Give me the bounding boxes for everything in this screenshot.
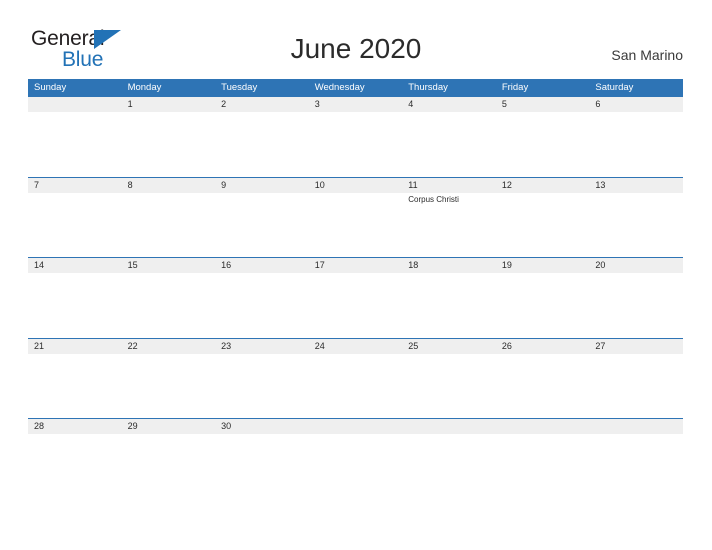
day-cell[interactable] xyxy=(402,354,496,418)
day-cell[interactable]: Corpus Christi xyxy=(402,193,496,257)
week-event-band: Corpus Christi xyxy=(28,193,683,257)
week-date-band: 14 15 16 17 18 19 20 xyxy=(28,258,683,274)
day-number[interactable]: 27 xyxy=(589,339,683,354)
day-number[interactable]: 19 xyxy=(496,258,590,273)
day-cell[interactable] xyxy=(28,193,122,257)
day-number[interactable]: 16 xyxy=(215,258,309,273)
day-cell[interactable] xyxy=(122,354,216,418)
day-number[interactable]: 15 xyxy=(122,258,216,273)
day-cell[interactable] xyxy=(309,112,403,176)
day-cell[interactable] xyxy=(309,434,403,498)
day-cell[interactable] xyxy=(309,193,403,257)
weekday-header-wednesday: Wednesday xyxy=(314,82,365,93)
day-cell[interactable] xyxy=(496,112,590,176)
day-number[interactable]: 11 xyxy=(402,178,496,193)
week-row: 1 2 3 4 5 6 xyxy=(28,96,683,177)
day-number[interactable]: 12 xyxy=(496,178,590,193)
week-date-band: 21 22 23 24 25 26 27 xyxy=(28,338,683,354)
day-cell[interactable] xyxy=(309,273,403,337)
day-cell[interactable] xyxy=(122,112,216,176)
day-cell[interactable] xyxy=(589,193,683,257)
day-cell[interactable] xyxy=(28,434,122,498)
week-date-band: 28 29 30 xyxy=(28,419,683,435)
day-number[interactable]: 9 xyxy=(215,178,309,193)
day-cell[interactable] xyxy=(215,273,309,337)
day-number[interactable]: 28 xyxy=(28,419,122,434)
page-header: General Blue June 2020 San Marino xyxy=(0,0,712,78)
week-row: 14 15 16 17 18 19 20 xyxy=(28,257,683,338)
day-number[interactable] xyxy=(589,419,683,434)
day-cell[interactable] xyxy=(309,354,403,418)
weekday-header-saturday: Saturday xyxy=(595,82,634,93)
day-cell[interactable] xyxy=(28,273,122,337)
week-row: 28 29 30 xyxy=(28,418,683,499)
day-number[interactable]: 29 xyxy=(122,419,216,434)
day-number[interactable]: 25 xyxy=(402,339,496,354)
day-cell[interactable] xyxy=(496,193,590,257)
week-event-band xyxy=(28,273,683,337)
day-number[interactable]: 26 xyxy=(496,339,590,354)
week-event-band xyxy=(28,354,683,418)
day-number[interactable]: 21 xyxy=(28,339,122,354)
weekday-header-sunday: Sunday xyxy=(34,82,67,93)
day-number[interactable]: 3 xyxy=(309,97,403,112)
weekday-header-tuesday: Tuesday xyxy=(221,82,258,93)
day-cell[interactable] xyxy=(215,112,309,176)
week-date-band: 7 8 9 10 11 12 13 xyxy=(28,177,683,193)
day-number[interactable]: 23 xyxy=(215,339,309,354)
day-cell[interactable] xyxy=(589,434,683,498)
day-cell[interactable] xyxy=(496,273,590,337)
day-number[interactable] xyxy=(28,97,122,112)
day-number[interactable]: 20 xyxy=(589,258,683,273)
week-event-band xyxy=(28,434,683,498)
week-date-band: 1 2 3 4 5 6 xyxy=(28,97,683,112)
day-number[interactable]: 30 xyxy=(215,419,309,434)
day-number[interactable]: 2 xyxy=(215,97,309,112)
day-cell[interactable] xyxy=(122,434,216,498)
day-cell[interactable] xyxy=(402,434,496,498)
day-cell[interactable] xyxy=(589,112,683,176)
weekday-header-row: Sunday Monday Tuesday Wednesday Thursday… xyxy=(28,79,683,96)
day-cell[interactable] xyxy=(589,354,683,418)
day-number[interactable]: 8 xyxy=(122,178,216,193)
day-cell[interactable] xyxy=(402,273,496,337)
day-cell[interactable] xyxy=(496,434,590,498)
weekday-header-thursday: Thursday xyxy=(408,82,448,93)
day-cell[interactable] xyxy=(589,273,683,337)
day-number[interactable] xyxy=(402,419,496,434)
day-cell[interactable] xyxy=(215,354,309,418)
weekday-header-friday: Friday xyxy=(501,82,529,93)
week-row: 7 8 9 10 11 12 13 Corpus Christi xyxy=(28,176,683,258)
calendar-grid: Sunday Monday Tuesday Wednesday Thursday… xyxy=(28,79,683,499)
day-number[interactable]: 24 xyxy=(309,339,403,354)
day-cell[interactable] xyxy=(215,193,309,257)
calendar-location-label: San Marino xyxy=(611,47,683,63)
day-number[interactable]: 14 xyxy=(28,258,122,273)
day-cell[interactable] xyxy=(215,434,309,498)
day-number[interactable] xyxy=(496,419,590,434)
day-number[interactable]: 10 xyxy=(309,178,403,193)
day-number[interactable]: 4 xyxy=(402,97,496,112)
day-number[interactable] xyxy=(309,419,403,434)
day-cell[interactable] xyxy=(28,354,122,418)
day-number[interactable]: 5 xyxy=(496,97,590,112)
day-cell[interactable] xyxy=(496,354,590,418)
day-cell[interactable] xyxy=(402,112,496,176)
day-number[interactable]: 13 xyxy=(589,178,683,193)
event-label: Corpus Christi xyxy=(408,194,459,204)
day-number[interactable]: 17 xyxy=(309,258,403,273)
day-number[interactable]: 7 xyxy=(28,178,122,193)
day-number[interactable]: 18 xyxy=(402,258,496,273)
day-number[interactable]: 22 xyxy=(122,339,216,354)
day-cell[interactable] xyxy=(122,273,216,337)
week-event-band xyxy=(28,112,683,176)
week-row: 21 22 23 24 25 26 27 xyxy=(28,337,683,419)
day-number[interactable]: 6 xyxy=(589,97,683,112)
day-cell[interactable] xyxy=(28,112,122,176)
day-cell[interactable] xyxy=(122,193,216,257)
weekday-header-monday: Monday xyxy=(127,82,162,93)
page-title: June 2020 xyxy=(290,33,422,64)
day-number[interactable]: 1 xyxy=(122,97,216,112)
